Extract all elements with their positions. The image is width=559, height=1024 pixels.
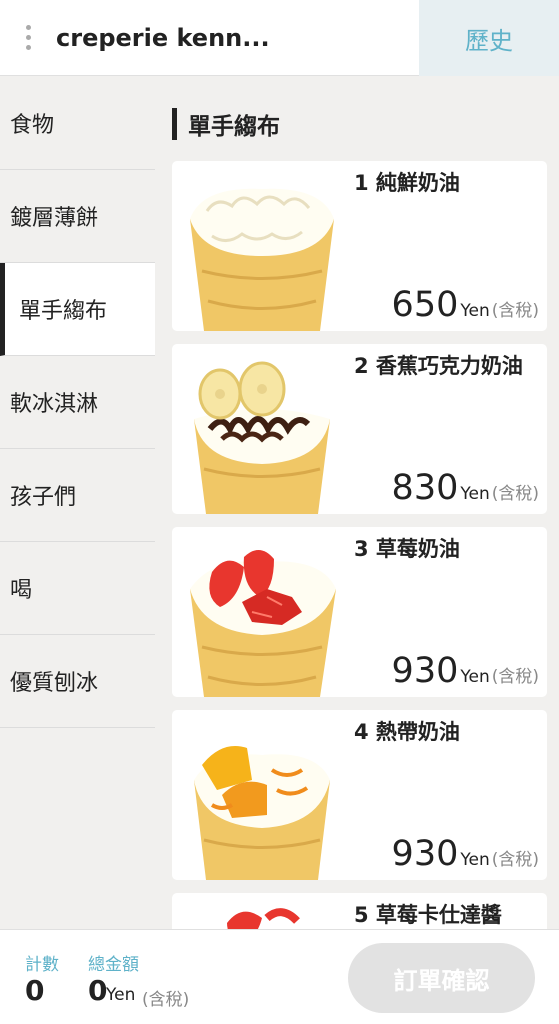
crepe-strawberry-image xyxy=(190,549,336,697)
total-label: 總金額 xyxy=(88,955,139,975)
total-unit: Yen xyxy=(106,985,136,1005)
menu-item-card[interactable]: 5 草莓卡仕達醬 xyxy=(172,893,547,929)
sidebar-item-drinks[interactable]: 喝 xyxy=(0,542,155,635)
menu-list: 單手縐布 1 純鮮奶油 650 Yen (含稅) 2 香蕉巧克力奶油 830 Y… xyxy=(155,77,559,929)
item-price: 930 Yen (含稅) xyxy=(392,834,539,874)
sidebar-item-food[interactable]: 食物 xyxy=(0,77,155,170)
item-name: 5 草莓卡仕達醬 xyxy=(354,903,502,927)
menu-item-card[interactable]: 1 純鮮奶油 650 Yen (含稅) xyxy=(172,161,547,331)
item-price: 930 Yen (含稅) xyxy=(392,651,539,691)
price-unit: Yen xyxy=(460,850,490,870)
section-title: 單手縐布 xyxy=(172,107,280,141)
price-value: 830 xyxy=(391,468,459,508)
cart-footer: 計數 0 總金額 0 Yen (含稅) 訂單確認 xyxy=(0,929,559,1024)
item-name: 3 草莓奶油 xyxy=(354,537,460,561)
sidebar-item-plated-crepe[interactable]: 鍍層薄餅 xyxy=(0,170,155,263)
category-sidebar: 食物 鍍層薄餅 單手縐布 軟冰淇淋 孩子們 喝 優質刨冰 xyxy=(0,77,155,929)
item-price: 650 Yen (含稅) xyxy=(392,285,539,325)
item-price: 830 Yen (含稅) xyxy=(392,468,539,508)
menu-item-card[interactable]: 2 香蕉巧克力奶油 830 Yen (含稅) xyxy=(172,344,547,514)
order-confirm-button[interactable]: 訂單確認 xyxy=(348,943,535,1013)
tax-note: (含稅) xyxy=(491,484,539,504)
sidebar-item-one-hand-crepe[interactable]: 單手縐布 xyxy=(0,263,155,356)
sidebar-item-shaved-ice[interactable]: 優質刨冰 xyxy=(0,635,155,728)
price-value: 930 xyxy=(391,651,459,691)
item-name: 2 香蕉巧克力奶油 xyxy=(354,354,523,378)
app: creperie kenn... 歷史 食物 鍍層薄餅 單手縐布 軟冰淇淋 孩子… xyxy=(0,0,559,1024)
crepe-cream-image xyxy=(190,188,334,331)
price-unit: Yen xyxy=(460,484,490,504)
sidebar-item-soft-serve[interactable]: 軟冰淇淋 xyxy=(0,356,155,449)
section-marker xyxy=(172,108,177,140)
item-name: 4 熱帶奶油 xyxy=(354,720,460,744)
header: creperie kenn... 歷史 xyxy=(0,0,559,76)
count-label: 計數 xyxy=(25,955,59,975)
crepe-strawberry-custard-image xyxy=(227,908,300,929)
price-unit: Yen xyxy=(460,667,490,687)
history-button[interactable]: 歷史 xyxy=(419,0,559,76)
total-value: 0 xyxy=(88,974,108,1007)
price-unit: Yen xyxy=(460,301,490,321)
crepe-tropical-image xyxy=(194,746,330,880)
item-name: 1 純鮮奶油 xyxy=(354,171,460,195)
crepe-banana-chocolate-image xyxy=(194,361,330,514)
sidebar-item-kids[interactable]: 孩子們 xyxy=(0,449,155,542)
menu-item-card[interactable]: 4 熱帶奶油 930 Yen (含稅) xyxy=(172,710,547,880)
tax-note: (含稅) xyxy=(491,667,539,687)
tax-note: (含稅) xyxy=(491,850,539,870)
count-value: 0 xyxy=(25,974,45,1007)
price-value: 650 xyxy=(391,285,459,325)
menu-item-card[interactable]: 3 草莓奶油 930 Yen (含稅) xyxy=(172,527,547,697)
store-title: creperie kenn... xyxy=(56,23,270,52)
more-menu-icon[interactable] xyxy=(0,0,56,76)
section-title-text: 單手縐布 xyxy=(188,114,280,140)
total-tax-note: (含稅) xyxy=(142,990,190,1010)
price-value: 930 xyxy=(391,834,459,874)
tax-note: (含稅) xyxy=(491,301,539,321)
